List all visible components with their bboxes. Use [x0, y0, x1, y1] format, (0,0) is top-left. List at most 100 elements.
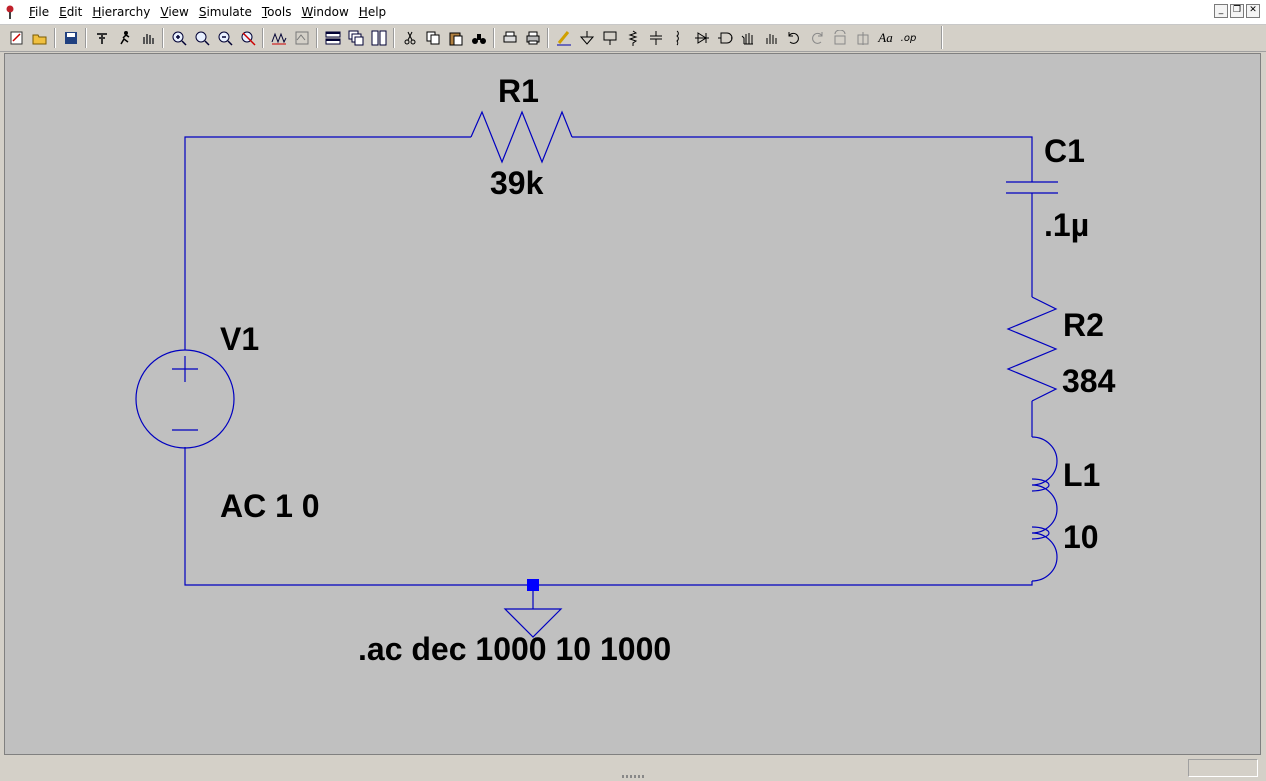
save-button[interactable]: [60, 28, 81, 49]
resistor-r1-symbol[interactable]: [470, 110, 573, 164]
rotate-button[interactable]: [829, 28, 850, 49]
new-schematic-icon: [10, 31, 22, 45]
component-button[interactable]: [714, 28, 735, 49]
tile-horizontal-button[interactable]: [322, 28, 343, 49]
capacitor-button[interactable]: [645, 28, 666, 49]
r2-value-label[interactable]: 384: [1062, 363, 1116, 399]
pan-icon: [142, 34, 154, 44]
schematic-canvas[interactable]: R1 39k C1 .1µ R2 384 L1 10 V1 AC 1 0 .ac…: [4, 53, 1261, 755]
spice-directive-button[interactable]: .op: [898, 28, 919, 49]
inductor-icon: [675, 30, 679, 46]
zoom-in-button[interactable]: [168, 28, 189, 49]
spice-directive[interactable]: .ac dec 1000 10 1000: [358, 631, 671, 667]
menu-tools[interactable]: Tools: [257, 5, 297, 20]
zoom-out-button[interactable]: [214, 28, 235, 49]
find-icon: [471, 34, 486, 44]
menu-view[interactable]: View: [155, 5, 193, 20]
close-button[interactable]: ✕: [1246, 4, 1260, 18]
cascade-button[interactable]: [345, 28, 366, 49]
c1-name-label[interactable]: C1: [1044, 133, 1085, 169]
toolbar-buttons: Aa .op: [6, 27, 921, 49]
l1-name-label[interactable]: L1: [1063, 457, 1100, 493]
menu-edit[interactable]: Edit: [54, 5, 87, 20]
component-icon: [717, 32, 732, 44]
wire-top-right[interactable]: [572, 136, 1033, 182]
waveform-button[interactable]: [268, 28, 289, 49]
junction-node[interactable]: [527, 579, 539, 591]
wire-bottom-right[interactable]: [533, 581, 1033, 586]
copy-button[interactable]: [422, 28, 443, 49]
minimize-button[interactable]: _: [1214, 4, 1228, 18]
ltspice-app-icon[interactable]: [3, 4, 17, 20]
menu-help[interactable]: Help: [354, 5, 391, 20]
autoscale-button[interactable]: [291, 28, 312, 49]
menu-window[interactable]: Window: [296, 5, 353, 20]
toolbar-separator: [162, 28, 164, 48]
pan-button[interactable]: [137, 28, 158, 49]
paste-button[interactable]: [445, 28, 466, 49]
control-panel-icon: [96, 33, 107, 44]
drag-icon: [766, 34, 776, 44]
toolbar-separator: [262, 28, 264, 48]
diode-button[interactable]: [691, 28, 712, 49]
ground-icon: [579, 31, 594, 45]
print-preview-button[interactable]: [499, 28, 520, 49]
wire-top-left[interactable]: [184, 136, 471, 350]
cut-button[interactable]: [399, 28, 420, 49]
tile-windows-button[interactable]: [368, 28, 389, 49]
move-button[interactable]: [737, 28, 758, 49]
inductor-l1-symbol[interactable]: [1031, 436, 1058, 582]
open-icon: [32, 34, 46, 45]
redo-icon: [811, 32, 822, 44]
zoom-to-fit-button[interactable]: [191, 28, 212, 49]
open-button[interactable]: [29, 28, 50, 49]
draw-wire-button[interactable]: [553, 28, 574, 49]
v1-name-label[interactable]: V1: [220, 321, 259, 357]
menu-bar: File Edit Hierarchy View Simulate Tools Window…: [0, 0, 1266, 25]
cancel-zoom-button[interactable]: [237, 28, 258, 49]
print-preview-icon: [503, 31, 516, 43]
c1-value-label[interactable]: .1µ: [1044, 207, 1089, 243]
tile-horizontal-icon: [325, 31, 340, 45]
menu-simulate[interactable]: Simulate: [194, 5, 257, 20]
print-icon: [526, 31, 539, 45]
print-button[interactable]: [522, 28, 543, 49]
rotate-icon: [834, 30, 845, 45]
text-button[interactable]: Aa: [875, 28, 896, 49]
menu-file[interactable]: File: [24, 5, 54, 20]
ground-button[interactable]: [576, 28, 597, 49]
toolbar-separator: [393, 28, 395, 48]
mirror-button[interactable]: [852, 28, 873, 49]
toolbar: Aa .op: [0, 25, 1266, 52]
label-net-button[interactable]: [599, 28, 620, 49]
capacitor-icon: [649, 31, 662, 45]
resize-grip[interactable]: [622, 775, 644, 778]
menu-items: File Edit Hierarchy View Simulate Tools Window…: [24, 5, 391, 20]
control-panel-button[interactable]: [91, 28, 112, 49]
l1-value-label[interactable]: 10: [1063, 519, 1099, 555]
inductor-button[interactable]: [668, 28, 689, 49]
undo-button[interactable]: [783, 28, 804, 49]
new-schematic-button[interactable]: [6, 28, 27, 49]
cut-icon: [404, 31, 415, 45]
paste-icon: [449, 32, 462, 46]
redo-button[interactable]: [806, 28, 827, 49]
restore-button[interactable]: ❐: [1230, 4, 1244, 18]
r1-value-label[interactable]: 39k: [490, 165, 544, 201]
run-button[interactable]: [114, 28, 135, 49]
resistor-button[interactable]: [622, 28, 643, 49]
schematic-drawing[interactable]: R1 39k C1 .1µ R2 384 L1 10 V1 AC 1 0 .ac…: [5, 54, 1260, 754]
window-controls: _ ❐ ✕: [1214, 4, 1260, 18]
autoscale-icon: [295, 31, 308, 45]
v1-value-label[interactable]: AC 1 0: [220, 488, 320, 524]
resistor-icon: [627, 30, 638, 46]
mirror-icon: [857, 32, 868, 45]
resistor-r2-symbol[interactable]: [1006, 296, 1058, 402]
r1-name-label[interactable]: R1: [498, 73, 539, 109]
find-button[interactable]: [468, 28, 489, 49]
toolbar-separator: [316, 28, 318, 48]
menu-hierarchy[interactable]: Hierarchy: [87, 5, 155, 20]
r2-name-label[interactable]: R2: [1063, 307, 1104, 343]
drag-button[interactable]: [760, 28, 781, 49]
undo-icon: [788, 32, 799, 44]
